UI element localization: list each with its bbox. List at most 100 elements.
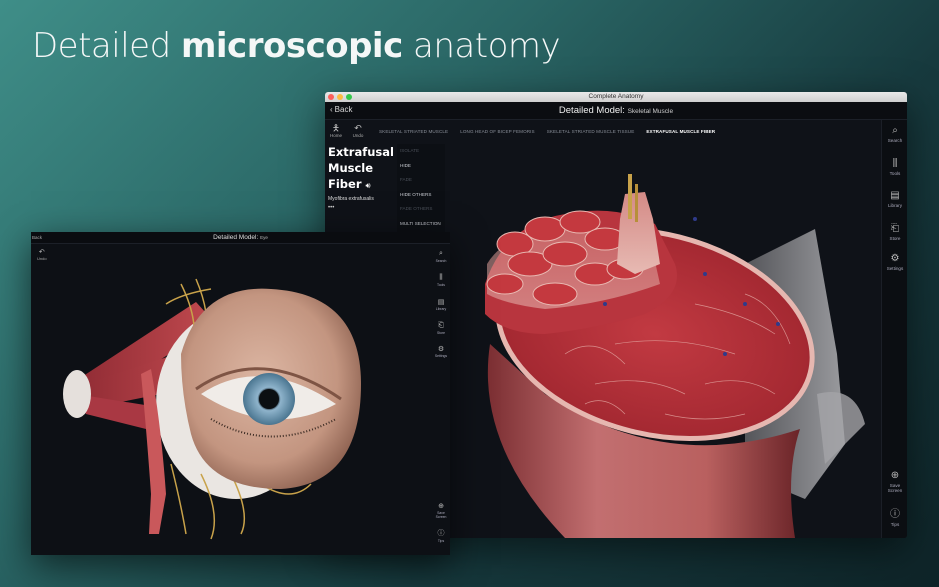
- search-button[interactable]: ⌕ Search: [432, 250, 450, 263]
- help-circle-icon: ⓘ: [890, 509, 900, 520]
- save-screen-button[interactable]: ⊕ Save Screen: [882, 470, 907, 493]
- menu-item-hide-others[interactable]: HIDE OTHERS: [397, 188, 445, 203]
- store-label: Store: [436, 331, 446, 335]
- library-icon: ▤: [437, 299, 445, 306]
- zoom-window-button[interactable]: [346, 94, 352, 100]
- help-circle-icon: ⓘ: [437, 530, 445, 537]
- home-figure-icon: 🯅: [332, 122, 340, 133]
- undo-label: Undo: [352, 132, 364, 138]
- headline-bold: microscopic: [180, 26, 403, 66]
- undo-label: Undo: [37, 256, 47, 261]
- menu-item-fade[interactable]: FADE: [397, 173, 445, 188]
- nav-bar: ‹ Back Detailed Model: Skeletal Muscle: [325, 102, 907, 120]
- structure-name-line: Extrafusal: [328, 145, 394, 159]
- save-screen-label: Screen: [887, 488, 903, 493]
- tools-icon: ⫼: [439, 274, 443, 281]
- page-title: Detailed Model: Eye: [31, 234, 450, 241]
- store-button[interactable]: ⎗ Store: [882, 223, 907, 241]
- undo-icon: ↶: [38, 249, 45, 256]
- membrane-flap: [817, 392, 865, 464]
- save-screen-label: Screen: [435, 515, 447, 519]
- menu-item-hide[interactable]: HIDE: [397, 159, 445, 174]
- window-controls: [328, 94, 352, 100]
- tips-label: Tips: [890, 522, 900, 527]
- plus-circle-icon: ⊕: [438, 503, 444, 510]
- nerve-strand: [628, 174, 632, 219]
- search-label: Search: [887, 138, 903, 143]
- tips-label: Tips: [437, 539, 445, 543]
- undo-button[interactable]: ↶ Undo: [347, 122, 369, 139]
- plus-circle-icon: ⊕: [890, 470, 900, 481]
- undo-button[interactable]: ↶ Undo: [37, 248, 47, 261]
- pupil: [259, 389, 279, 409]
- breadcrumb-item-active[interactable]: EXTRAFUSAL MUSCLE FIBER: [646, 129, 715, 134]
- structure-info-panel: Extrafusal Muscle Fiber 🔊︎ Myofibra extr…: [325, 144, 397, 211]
- home-button[interactable]: 🯅 Home: [325, 122, 347, 139]
- page-title: Detailed Model: Skeletal Muscle: [325, 105, 907, 116]
- muscle-3d-viewport[interactable]: [445, 144, 881, 538]
- menu-item-isolate[interactable]: ISOLATE: [397, 144, 445, 159]
- gear-icon: ⚙: [890, 253, 900, 264]
- structure-name-line: Muscle: [328, 161, 374, 175]
- minimize-window-button[interactable]: [337, 94, 343, 100]
- right-tool-sidebar: ⌕ Search ⫼ Tools ▤ Library ⎗ Store ⚙ Set…: [881, 120, 907, 538]
- breadcrumb-item[interactable]: SKELETAL STRIATED MUSCLE TISSUE: [547, 129, 635, 134]
- tools-button[interactable]: ⫼ Tools: [882, 158, 907, 176]
- tools-icon: ⫼: [892, 158, 898, 169]
- more-options-button[interactable]: •••: [328, 205, 397, 211]
- breadcrumb-item[interactable]: LONG HEAD OF BICEP FEMORIS: [460, 129, 535, 134]
- nav-bar: Back Detailed Model: Eye: [31, 232, 450, 244]
- page-title-model: Eye: [260, 235, 268, 240]
- library-button[interactable]: ▤ Library: [432, 298, 450, 311]
- store-icon: ⎗: [891, 223, 899, 234]
- library-label: Library: [887, 203, 903, 208]
- eye-app-window: Back Detailed Model: Eye ↶ Undo ⌕ Search…: [31, 232, 450, 555]
- settings-button[interactable]: ⚙ Settings: [882, 253, 907, 271]
- library-button[interactable]: ▤ Library: [882, 190, 907, 208]
- menu-item-multi-selection[interactable]: MULTI SELECTION: [397, 217, 445, 232]
- settings-label: Settings: [434, 354, 448, 358]
- search-button[interactable]: ⌕ Search: [882, 125, 907, 143]
- page-title-prefix: Detailed Model:: [213, 234, 259, 241]
- latin-name: Myofibra extrafusalis: [328, 196, 374, 202]
- tips-button[interactable]: ⓘ Tips: [432, 528, 450, 543]
- myofibril-column: [617, 192, 660, 274]
- breadcrumb: SKELETAL STRIATED MUSCLE LONG HEAD OF BI…: [379, 129, 715, 134]
- eye-3d-viewport[interactable]: [31, 244, 432, 555]
- save-screen-button[interactable]: ⊕ Save Screen: [432, 502, 450, 519]
- search-icon: ⌕: [892, 125, 898, 136]
- window-titlebar: Complete Anatomy: [325, 92, 907, 102]
- settings-label: Settings: [886, 266, 904, 271]
- undo-icon: ↶: [354, 122, 362, 133]
- nerve-strand: [635, 184, 638, 222]
- right-tool-sidebar: ⌕ Search ⫼ Tools ▤ Library ⎗ Store ⚙ Set…: [432, 244, 450, 555]
- close-window-button[interactable]: [328, 94, 334, 100]
- page-title-model: Skeletal Muscle: [627, 108, 674, 115]
- structure-name: Extrafusal Muscle Fiber 🔊︎: [328, 144, 397, 194]
- headline: Detailed microscopic anatomy: [32, 26, 561, 66]
- tools-label: Tools: [437, 283, 445, 287]
- store-icon: ⎗: [438, 322, 444, 329]
- structure-name-line: Fiber 🔊︎: [328, 176, 397, 194]
- breadcrumb-item[interactable]: SKELETAL STRIATED MUSCLE: [379, 129, 448, 134]
- tips-button[interactable]: ⓘ Tips: [882, 505, 907, 527]
- context-menu: ISOLATE HIDE FADE HIDE OTHERS FADE OTHER…: [397, 144, 445, 232]
- menu-item-fade-others[interactable]: FADE OTHERS: [397, 202, 445, 217]
- optic-nerve-cone: [63, 370, 91, 418]
- home-label: Home: [329, 132, 342, 138]
- library-label: Library: [435, 307, 447, 311]
- page-title-prefix: Detailed Model:: [558, 105, 625, 116]
- library-icon: ▤: [890, 190, 900, 201]
- toolbar: 🯅 Home ↶ Undo SKELETAL STRIATED MUSCLE L…: [325, 120, 881, 142]
- headline-rest: anatomy: [402, 26, 561, 66]
- tools-label: Tools: [889, 171, 901, 176]
- tools-button[interactable]: ⫼ Tools: [432, 274, 450, 287]
- search-label: Search: [435, 259, 447, 263]
- store-button[interactable]: ⎗ Store: [432, 322, 450, 335]
- headline-regular: Detailed: [32, 26, 181, 66]
- settings-button[interactable]: ⚙ Settings: [432, 345, 450, 358]
- gear-icon: ⚙: [437, 346, 445, 353]
- speaker-icon[interactable]: 🔊︎: [366, 181, 371, 190]
- structure-name-last: Fiber: [328, 177, 362, 191]
- search-icon: ⌕: [439, 250, 443, 257]
